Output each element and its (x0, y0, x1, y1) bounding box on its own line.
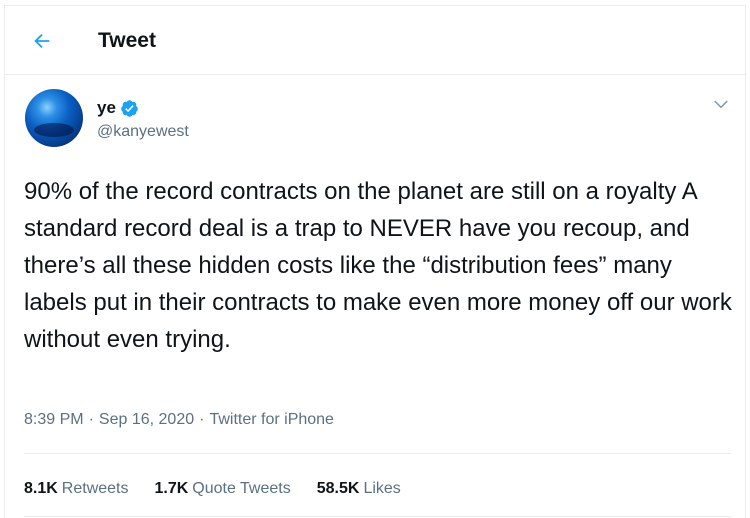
tweet-meta: 8:39 PM · Sep 16, 2020 · Twitter for iPh… (24, 411, 334, 429)
tweet-page: Tweet ye @kanyewest 90% of the record co… (4, 5, 746, 518)
tweet-time[interactable]: 8:39 PM (24, 411, 84, 429)
back-button[interactable] (27, 26, 57, 56)
tweet-date[interactable]: Sep 16, 2020 (99, 411, 194, 429)
tweet-stats: 8.1K Retweets 1.7K Quote Tweets 58.5K Likes (24, 480, 427, 498)
quote-tweets-count: 1.7K (154, 480, 189, 497)
arrow-left-icon (34, 33, 50, 49)
verified-badge-icon (121, 99, 138, 117)
quote-tweets-stat[interactable]: 1.7K Quote Tweets (155, 480, 291, 498)
author-handle[interactable]: @kanyewest (97, 123, 189, 141)
meta-separator: · (88, 411, 94, 428)
divider (24, 453, 731, 454)
retweets-stat[interactable]: 8.1K Retweets (24, 480, 129, 498)
tweet-text: 90% of the record contracts on the plane… (24, 178, 732, 353)
retweets-count: 8.1K (24, 480, 58, 497)
tweet-source[interactable]: Twitter for iPhone (209, 411, 334, 429)
likes-count: 58.5K (316, 480, 360, 497)
more-options-button[interactable] (711, 94, 731, 114)
quote-tweets-label: Quote Tweets (192, 480, 291, 497)
chevron-down-icon (714, 100, 728, 109)
divider (24, 516, 731, 517)
author-row: ye (97, 98, 139, 118)
likes-stat[interactable]: 58.5K Likes (317, 480, 401, 498)
page-title: Tweet (98, 29, 156, 52)
author-name[interactable]: ye (97, 98, 116, 118)
likes-label: Likes (363, 480, 401, 497)
avatar[interactable] (25, 89, 83, 147)
meta-separator: · (199, 411, 205, 428)
retweets-label: Retweets (61, 480, 129, 497)
page-header: Tweet (5, 6, 745, 75)
